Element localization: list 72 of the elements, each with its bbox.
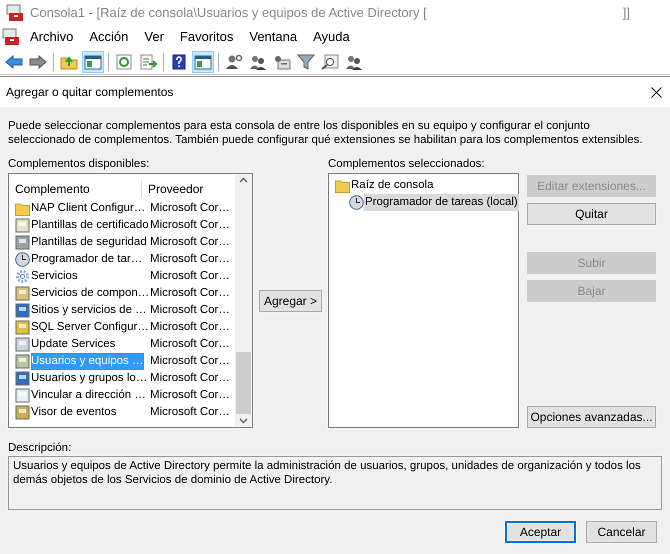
scroll-thumb[interactable] [236, 352, 251, 414]
selected-label: Complementos seleccionados: [328, 157, 486, 171]
menu-item[interactable]: Ventana [241, 27, 306, 47]
clock-icon [349, 195, 364, 210]
provider-cell-text: Microsoft Cor… [149, 234, 230, 250]
snap-in-name[interactable]: Visor de eventos [31, 404, 144, 421]
column-header[interactable]: Proveedor [142, 180, 204, 198]
provider-cell-text: Microsoft Cor… [149, 354, 230, 369]
menu-item[interactable]: Ayuda [305, 27, 358, 47]
provider-cell-text: Microsoft Cor… [149, 252, 230, 267]
snap-in-name[interactable]: Update Services [31, 336, 144, 353]
pane-icon [194, 54, 212, 70]
folder-icon [60, 54, 78, 70]
provider-cell-text: Microsoft Cor… [149, 336, 230, 352]
add-button[interactable]: Agregar > [259, 290, 322, 312]
dialog-button[interactable]: Aceptar [505, 521, 576, 543]
column-header[interactable]: Complemento [9, 180, 142, 198]
forward-arrow-icon [29, 54, 47, 70]
description-text: Usuarios y equipos de Active Directory permite la administración de usuarios, grupos, unidades de organización y todos los demás objetos de los Servicios de dominio de Active Directory. [13, 459, 642, 487]
pane-icon [84, 54, 102, 70]
folder-icon [335, 178, 350, 192]
provider-cell-text: Microsoft Cor… [149, 200, 230, 216]
provider-cell-text: Microsoft Cor… [149, 302, 230, 318]
description-label: Descripción: [8, 441, 72, 455]
export-icon [139, 54, 157, 70]
folder-icon [15, 202, 30, 216]
snap-in-name[interactable]: Plantillas de certificado [31, 217, 149, 234]
group-icon [273, 54, 291, 70]
snap-in-name[interactable]: NAP Client Configur… [31, 200, 146, 217]
help-icon [170, 54, 188, 70]
scrollbar[interactable] [235, 174, 252, 427]
snap-in-name[interactable]: Servicios de compon… [31, 285, 150, 302]
refresh-icon [115, 54, 133, 70]
tree-item[interactable]: Programador de tareas (local) [364, 194, 519, 212]
scroll-down-icon[interactable] [239, 418, 248, 424]
provider-cell-text: Microsoft Cor… [149, 404, 230, 420]
snap-in-name[interactable]: Servicios [31, 268, 144, 285]
snap-in-name[interactable]: SQL Server Configur… [31, 319, 149, 336]
dialog-button[interactable]: Quitar [527, 203, 656, 225]
console-icon [6, 4, 24, 22]
scroll-up-icon[interactable] [239, 177, 248, 183]
menu-item[interactable]: Archivo [22, 27, 82, 47]
intro-text: Puede seleccionar complementos para esta consola de entre los disponibles en su equipo y configurar el conjunto seleccionado de complementos. También puede configurar qué extensiones se habilitan para los complementos extensibles. [8, 119, 644, 147]
toolbar-button[interactable] [192, 50, 214, 72]
menu-item[interactable]: Ver [136, 27, 172, 47]
filter-icon [297, 54, 315, 70]
provider-cell-text: Microsoft Cor… [149, 268, 230, 284]
close-icon[interactable] [651, 86, 662, 98]
snap-in-name[interactable]: Plantillas de seguridad [31, 234, 147, 251]
user-gear-icon [225, 54, 243, 70]
find-icon [321, 54, 339, 70]
toolbar-button[interactable] [82, 50, 104, 72]
menu-item[interactable]: Acción [81, 27, 136, 47]
users-icon [249, 54, 267, 70]
menu-item[interactable]: Favoritos [172, 27, 242, 47]
window-title: ]] [622, 4, 630, 22]
snap-in-name[interactable]: Sitios y servicios de … [31, 302, 147, 319]
clock-icon [15, 252, 30, 267]
provider-cell-text: Microsoft Cor… [149, 388, 230, 403]
available-label: Complementos disponibles: [8, 157, 150, 171]
dialog-title: Agregar o quitar complementos [6, 84, 174, 101]
snap-in-name[interactable]: Programador de tar… [31, 251, 144, 268]
provider-cell-text: Microsoft Cor… [149, 370, 230, 386]
dialog-button[interactable]: Cancelar [586, 521, 657, 543]
gear-icon [15, 269, 30, 284]
users-icon [345, 54, 363, 70]
snap-in-name[interactable]: Usuarios y grupos lo… [31, 370, 148, 387]
window-title: Consola1 - [Raíz de consola\Usuarios y equipos de Active Directory [ [30, 4, 427, 22]
dialog-button[interactable]: Opciones avanzadas... [527, 406, 656, 428]
tree-item[interactable]: Raíz de consola [350, 176, 434, 194]
back-arrow-icon [5, 54, 23, 70]
snap-in-name[interactable]: Vincular a dirección … [31, 387, 146, 404]
